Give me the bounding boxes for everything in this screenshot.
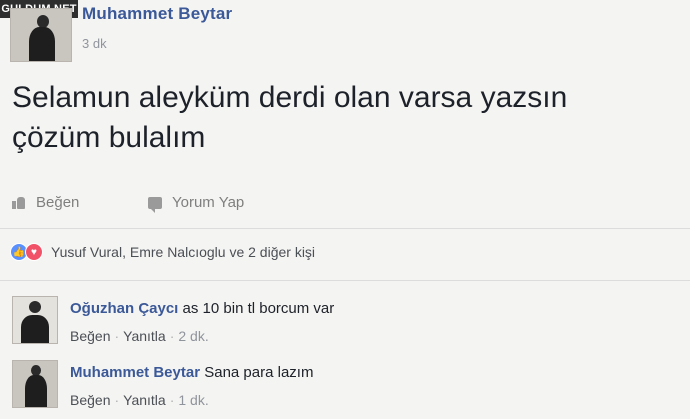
comment-like-link[interactable]: Beğen <box>70 392 110 408</box>
reactions-summary[interactable]: 👍 ♥ Yusuf Vural, Emre Nalcıoglu ve 2 diğ… <box>10 243 315 261</box>
comment: Oğuzhan Çaycı as 10 bin tl borcum var <box>70 300 334 317</box>
separator-dot: · <box>169 392 175 408</box>
post-text: Selamun aleyküm derdi olan varsa yazsın … <box>12 78 682 158</box>
post-text-line-1: Selamun aleyküm derdi olan varsa yazsın <box>12 81 568 114</box>
commenter-avatar[interactable] <box>12 360 58 408</box>
avatar-figure-body <box>25 375 47 407</box>
separator-dot: · <box>114 328 120 344</box>
separator-dot: · <box>169 328 175 344</box>
avatar-figure-head <box>29 301 41 313</box>
comment-reply-link[interactable]: Yanıtla <box>123 392 166 408</box>
post-text-line-2: çözüm bulalım <box>12 121 206 154</box>
comment-meta: Beğen · Yanıtla · 1 dk. <box>70 392 209 408</box>
poster-name[interactable]: Muhammet Beytar <box>82 4 232 24</box>
comment-button-label: Yorum Yap <box>172 194 245 211</box>
comment-timestamp[interactable]: 2 dk. <box>178 328 208 344</box>
comment-icon <box>148 196 162 213</box>
thumbs-up-icon <box>12 196 26 209</box>
comment-text: Sana para lazım <box>204 364 314 381</box>
comment-author[interactable]: Muhammet Beytar <box>70 364 200 381</box>
separator-dot: · <box>114 392 120 408</box>
comment-like-link[interactable]: Beğen <box>70 328 110 344</box>
divider <box>0 280 690 281</box>
poster-avatar[interactable] <box>10 8 72 62</box>
reactions-text: Yusuf Vural, Emre Nalcıoglu ve 2 diğer k… <box>51 244 316 260</box>
avatar-figure-body <box>21 315 49 343</box>
comment-button[interactable]: Yorum Yap <box>148 194 245 213</box>
like-button-label: Beğen <box>36 194 80 211</box>
post-timestamp[interactable]: 3 dk <box>82 36 107 51</box>
comment-author[interactable]: Oğuzhan Çaycı <box>70 300 178 317</box>
like-button[interactable]: Beğen <box>12 194 79 211</box>
comment-timestamp[interactable]: 1 dk. <box>178 392 208 408</box>
comment: Muhammet Beytar Sana para lazım <box>70 364 313 381</box>
love-reaction-icon: ♥ <box>25 243 43 261</box>
avatar-figure-body <box>29 27 55 61</box>
comment-reply-link[interactable]: Yanıtla <box>123 328 166 344</box>
comment-text: as 10 bin tl borcum var <box>182 300 335 317</box>
commenter-avatar[interactable] <box>12 296 58 344</box>
divider <box>0 228 690 229</box>
comment-meta: Beğen · Yanıtla · 2 dk. <box>70 328 209 344</box>
